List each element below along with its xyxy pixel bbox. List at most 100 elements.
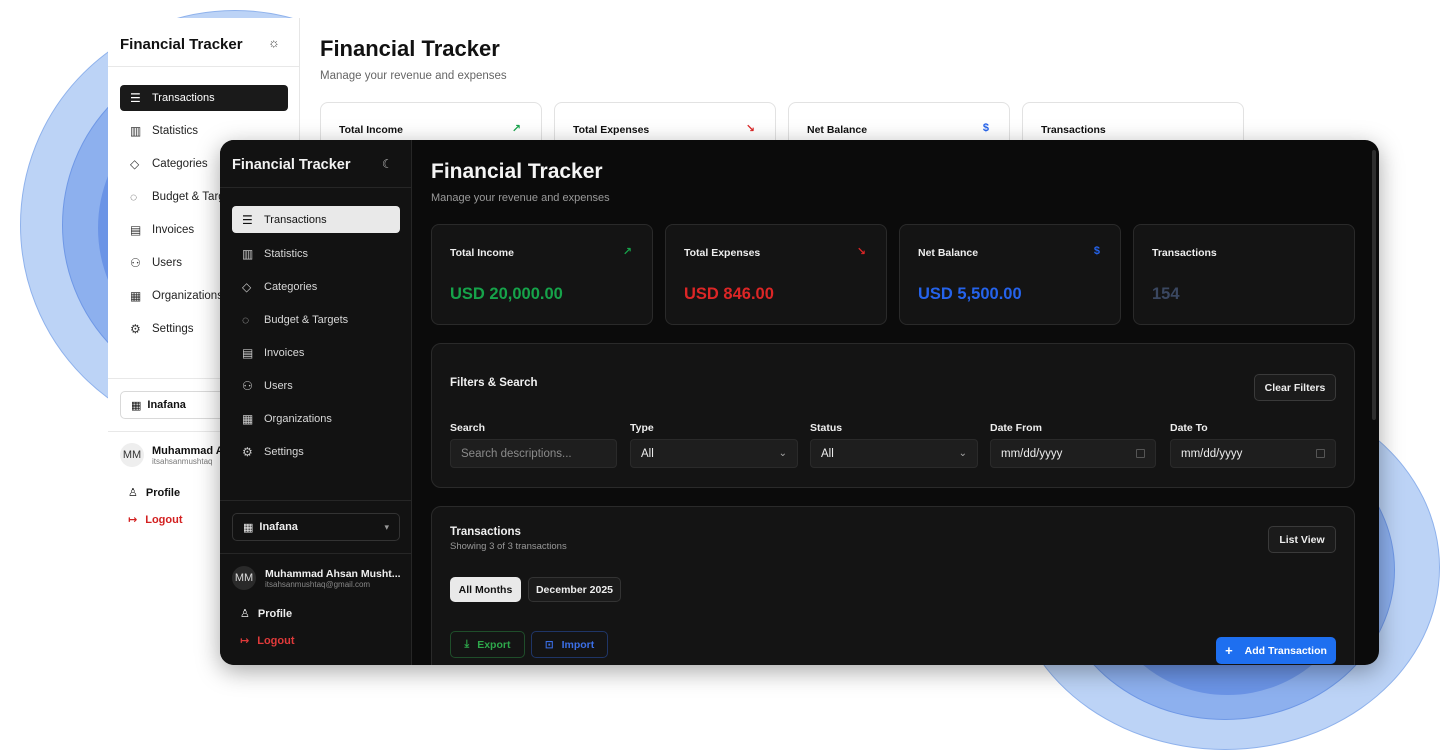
building-icon: ▦ — [243, 521, 254, 534]
document-icon: ▤ — [130, 223, 142, 237]
search-input[interactable]: Search descriptions... — [450, 439, 617, 468]
date-from-value: mm/dd/yyyy — [1001, 447, 1063, 460]
light-org-name: Inafana — [147, 399, 186, 411]
tab-all-months[interactable]: All Months — [450, 577, 521, 602]
light-nav-label: Budget & Targ — [152, 191, 225, 203]
user-icon: ♙ — [128, 487, 138, 499]
light-nav-label: Transactions — [152, 92, 215, 104]
dark-app-window: Financial Tracker ☾ ☰ Transactions ▥ Sta… — [220, 140, 1379, 665]
dollar-icon: $ — [982, 122, 989, 134]
profile-link[interactable]: ♙ Profile — [240, 607, 292, 620]
light-card-label: Net Balance — [807, 124, 868, 136]
sun-icon[interactable]: ☼ — [268, 35, 280, 50]
card-label: Transactions — [1152, 247, 1217, 259]
dark-sidebar-divider — [220, 187, 411, 188]
light-profile-link[interactable]: ♙ Profile — [128, 486, 180, 499]
dark-brand: Financial Tracker — [232, 157, 351, 173]
sidebar-item-settings[interactable]: ⚙ Settings — [232, 438, 400, 465]
card-value: 154 — [1152, 285, 1180, 303]
sidebar-item-label: Settings — [264, 445, 304, 458]
list-icon: ☰ — [242, 212, 253, 227]
users-icon: ⚇ — [242, 378, 253, 393]
upload-icon: ⊡ — [544, 638, 554, 651]
light-nav-label: Organizations — [152, 290, 223, 302]
dark-sidebar: Financial Tracker ☾ ☰ Transactions ▥ Sta… — [220, 140, 412, 665]
light-page-subtitle: Manage your revenue and expenses — [320, 70, 507, 82]
user-icon: ♙ — [240, 608, 250, 620]
logout-link[interactable]: ↦ Logout — [240, 634, 294, 647]
date-to-label: Date To — [1170, 422, 1208, 434]
date-to-value: mm/dd/yyyy — [1181, 447, 1243, 460]
logout-label: Logout — [257, 635, 295, 647]
sidebar-item-budget-targets[interactable]: ◌ Budget & Targets — [232, 306, 400, 333]
user-block: MM Muhammad Ahsan Musht... itsahsanmusht… — [232, 566, 401, 590]
chevron-down-icon: ▾ — [384, 521, 389, 532]
sidebar-item-organizations[interactable]: ▦ Organizations — [232, 405, 400, 432]
card-transactions: Transactions 154 — [1133, 224, 1355, 325]
user-name: Muhammad Ahsan Musht... — [265, 567, 401, 580]
chevron-down-icon: ⌄ — [958, 448, 967, 459]
sidebar-item-users[interactable]: ⚇ Users — [232, 372, 400, 399]
sidebar-item-label: Organizations — [264, 412, 332, 425]
status-select[interactable]: All ⌄ — [810, 439, 978, 468]
light-brand: Financial Tracker — [120, 36, 243, 53]
download-icon: ⤓ — [464, 638, 470, 650]
bar-chart-icon: ▥ — [242, 246, 254, 261]
calendar-icon[interactable] — [1136, 449, 1145, 458]
light-user-name: Muhammad A — [152, 444, 224, 457]
date-from-input[interactable]: mm/dd/yyyy — [990, 439, 1156, 468]
tab-december-2025[interactable]: December 2025 — [528, 577, 621, 602]
trend-down-icon: ↘ — [745, 123, 755, 135]
type-label: Type — [630, 422, 654, 434]
sidebar-item-invoices[interactable]: ▤ Invoices — [232, 339, 400, 366]
light-card-label: Total Income — [339, 124, 403, 136]
gear-icon: ⚙ — [130, 322, 141, 336]
sidebar-item-transactions[interactable]: ☰ Transactions — [232, 206, 400, 233]
clear-filters-button[interactable]: Clear Filters — [1254, 374, 1336, 401]
piggy-bank-icon: ◌ — [130, 190, 138, 204]
export-button[interactable]: ⤓ Export — [450, 631, 525, 658]
search-label: Search — [450, 422, 486, 434]
calendar-icon[interactable] — [1316, 449, 1325, 458]
transactions-title: Transactions — [450, 526, 521, 538]
card-label: Total Expenses — [684, 247, 761, 259]
building-icon: ▦ — [131, 399, 142, 412]
date-to-input[interactable]: mm/dd/yyyy — [1170, 439, 1336, 468]
tag-icon: ◇ — [242, 279, 252, 294]
sidebar-item-categories[interactable]: ◇ Categories — [232, 273, 400, 300]
organization-selector[interactable]: ▦ Inafana ▾ — [232, 513, 400, 541]
light-nav-label: Invoices — [152, 224, 195, 236]
building-icon: ▦ — [130, 289, 142, 303]
card-total-expenses: Total Expenses ↘ USD 846.00 — [665, 224, 887, 325]
card-value: USD 5,500.00 — [918, 285, 1022, 303]
add-transaction-button[interactable]: + Add Transaction — [1216, 637, 1336, 664]
light-nav-transactions[interactable]: ☰ Transactions — [120, 85, 288, 111]
sidebar-item-label: Invoices — [264, 346, 305, 359]
scrollbar[interactable] — [1372, 150, 1376, 420]
type-select[interactable]: All ⌄ — [630, 439, 798, 468]
import-button[interactable]: ⊡ Import — [531, 631, 608, 658]
sidebar-item-label: Categories — [264, 280, 318, 293]
dark-sidebar-divider — [220, 500, 411, 501]
card-label: Total Income — [450, 247, 514, 259]
trend-up-icon: ↗ — [511, 123, 521, 135]
type-select-value: All — [641, 447, 654, 460]
trend-up-icon: ↗ — [622, 246, 632, 258]
list-view-button[interactable]: List View — [1268, 526, 1336, 553]
export-label: Export — [477, 638, 511, 651]
sidebar-item-label: Statistics — [264, 247, 309, 260]
import-label: Import — [561, 638, 595, 651]
add-transaction-label: Add Transaction — [1244, 644, 1327, 657]
logout-icon: ↦ — [128, 514, 138, 526]
stage: Financial Tracker ☼ ☰ Transactions ▥ Sta… — [0, 0, 1449, 751]
moon-icon[interactable]: ☾ — [382, 157, 393, 171]
document-icon: ▤ — [242, 345, 254, 360]
chevron-down-icon: ⌄ — [778, 448, 787, 459]
bar-chart-icon: ▥ — [130, 124, 142, 138]
gear-icon: ⚙ — [242, 444, 253, 459]
dollar-icon: $ — [1093, 245, 1100, 257]
light-logout-link[interactable]: ↦ Logout — [128, 513, 182, 526]
page-subtitle: Manage your revenue and expenses — [431, 192, 610, 204]
sidebar-item-statistics[interactable]: ▥ Statistics — [232, 240, 400, 267]
sidebar-item-label: Budget & Targets — [264, 313, 349, 326]
